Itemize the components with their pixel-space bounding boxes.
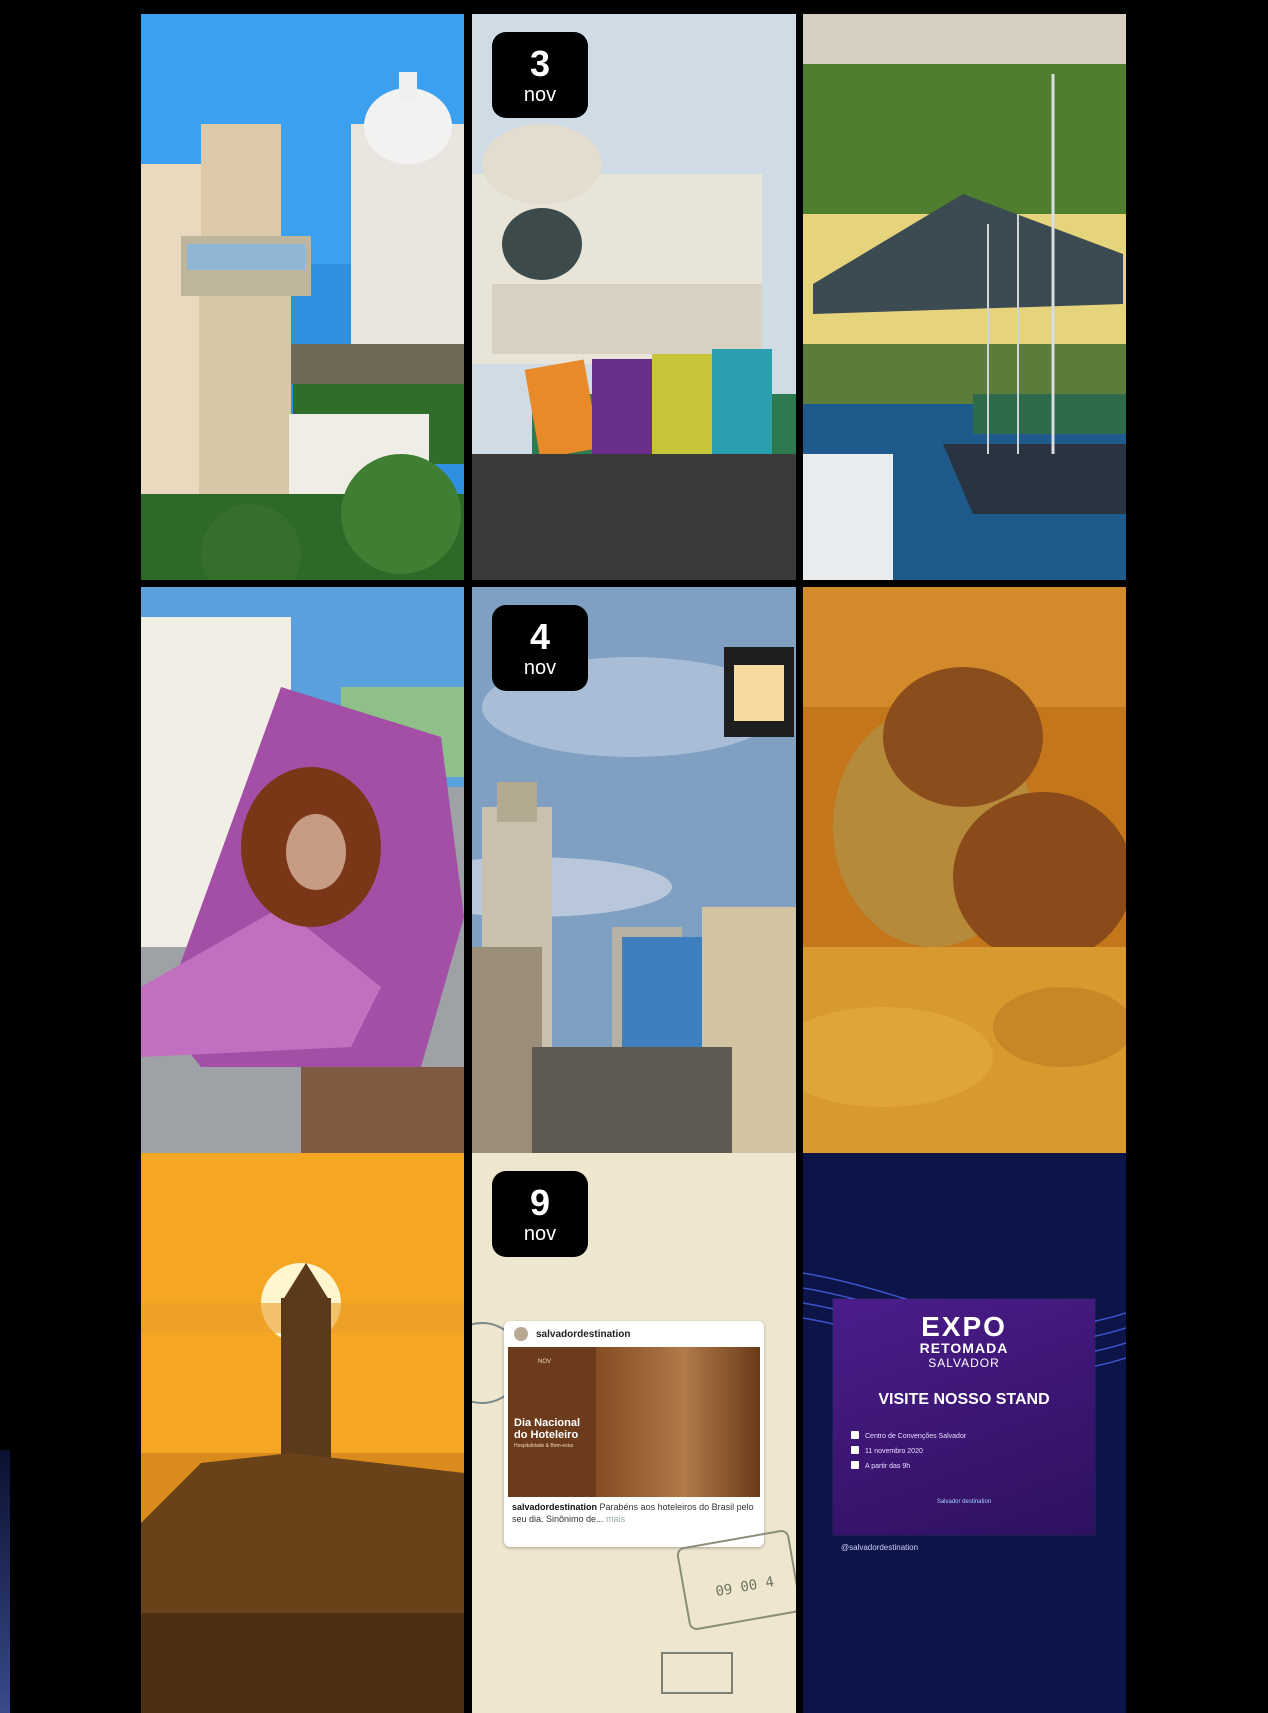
expo-handle: @salvadordestination	[841, 1543, 919, 1552]
story-tile-elevador-lacerda[interactable]	[141, 14, 464, 580]
story-highlights-screen: 3 nov 4 nov 9 nov salvadordestination NO…	[0, 0, 1268, 1713]
badge-month: nov	[523, 1223, 557, 1245]
post-header: salvadordestination	[504, 1321, 764, 1347]
story-tile-farol-da-barra-sunset[interactable]	[141, 1153, 464, 1713]
post-account: salvadordestination	[536, 1328, 631, 1340]
story-tile-acaraje-frying[interactable]	[803, 587, 1126, 1153]
clock-icon	[851, 1461, 859, 1469]
story-tile-acaraje-pelourinho[interactable]	[141, 587, 464, 1153]
badge-day: 4	[529, 616, 551, 657]
stamp-text: 09 00 4	[714, 1574, 776, 1601]
post-image-title: Dia Nacional do Hoteleiro	[514, 1417, 581, 1441]
expo-info-time: A partir das 9h	[851, 1459, 966, 1474]
post-image: NOV Dia Nacional do Hoteleiro Hospitalid…	[508, 1347, 760, 1497]
post-image-month: NOV	[538, 1359, 552, 1365]
story-tile-expo-retomada[interactable]: EXPO RETOMADA SALVADOR VISITE NOSSO STAN…	[803, 1153, 1126, 1713]
date-badge: 9 nov	[492, 1171, 588, 1257]
post-caption: salvadordestination Parabéns aos hotelei…	[512, 1501, 758, 1525]
elevador-lacerda-photo	[141, 14, 464, 580]
badge-day: 3	[529, 43, 551, 84]
instagram-post-card: salvadordestination NOV Dia Nacional do …	[504, 1321, 764, 1547]
badge-day: 9	[529, 1182, 551, 1223]
badge-month: nov	[523, 84, 557, 106]
acaraje-photo	[141, 587, 464, 1153]
caption-user: salvadordestination	[512, 1502, 598, 1512]
expo-info-location: Centro de Convenções Salvador	[851, 1429, 966, 1444]
expo-brand-logo: Salvador destination	[936, 1499, 992, 1505]
caption-more-link[interactable]: mais	[604, 1514, 625, 1524]
expo-flyer: EXPO RETOMADA SALVADOR VISITE NOSSO STAN…	[833, 1299, 1095, 1535]
expo-logo-line3: SALVADOR	[928, 1356, 1000, 1370]
lighthouse-sunset-photo	[141, 1153, 464, 1713]
story-tile-palacio-rio-branco[interactable]: 3 nov	[472, 14, 796, 580]
frying-photo	[803, 587, 1126, 1153]
date-badge: 3 nov	[492, 32, 588, 118]
story-grid: 3 nov 4 nov 9 nov salvadordestination NO…	[141, 14, 1126, 1713]
post-image-subtitle: Hospitalidade & Bem-estar	[514, 1443, 574, 1449]
expo-info-date: 11 novembro 2020	[851, 1444, 966, 1459]
avatar	[514, 1327, 528, 1341]
harbor-photo	[803, 14, 1126, 580]
story-tile-pelourinho-street[interactable]: 4 nov	[472, 587, 796, 1153]
expo-headline: VISITE NOSSO STAND	[878, 1391, 1050, 1408]
date-badge: 4 nov	[492, 605, 588, 691]
story-tile-dia-do-hoteleiro[interactable]: 9 nov salvadordestination NOV Dia Nacion…	[472, 1153, 796, 1713]
badge-month: nov	[523, 657, 557, 679]
story-tile-mercado-modelo-harbor[interactable]	[803, 14, 1126, 580]
pin-icon	[851, 1431, 859, 1439]
calendar-icon	[851, 1446, 859, 1454]
expo-info-list: Centro de Convenções Salvador 11 novembr…	[851, 1429, 966, 1474]
expo-logo-line2: RETOMADA	[919, 1340, 1009, 1356]
screen-edge	[0, 1450, 10, 1713]
expo-logo-line1: EXPO	[921, 1311, 1007, 1342]
